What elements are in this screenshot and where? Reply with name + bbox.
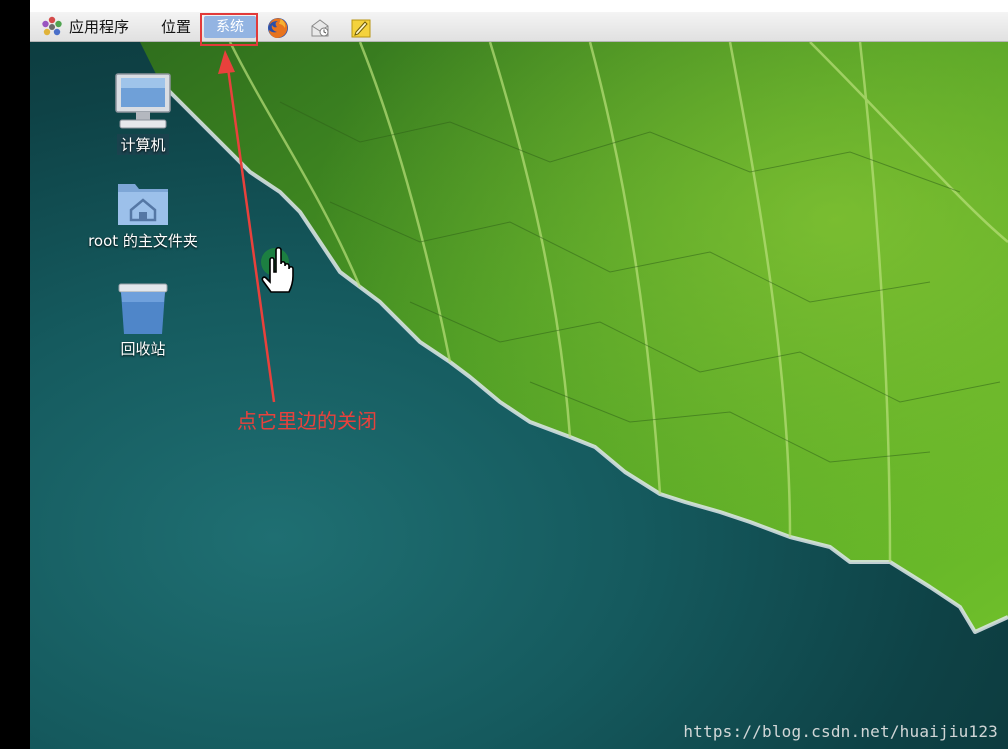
applications-menu[interactable]: 应用程序 bbox=[40, 16, 129, 38]
annotation-text: 点它里边的关闭 bbox=[237, 409, 377, 433]
home-folder-icon bbox=[118, 184, 168, 225]
home-folder-label: root 的主文件夹 bbox=[88, 232, 198, 250]
computer-icon bbox=[115, 73, 171, 129]
applications-menu-label: 应用程序 bbox=[69, 18, 130, 36]
top-panel: 应用程序 位置 系统 bbox=[30, 12, 1008, 42]
trash-label: 回收站 bbox=[120, 340, 166, 358]
mail-icon[interactable] bbox=[309, 17, 331, 39]
trash-desktop-icon[interactable]: 回收站 bbox=[81, 282, 205, 359]
applications-icon bbox=[42, 16, 62, 36]
computer-label: 计算机 bbox=[117, 134, 169, 155]
notes-icon[interactable] bbox=[350, 17, 372, 39]
places-menu[interactable]: 位置 bbox=[161, 16, 191, 38]
home-folder-desktop-icon[interactable]: root 的主文件夹 bbox=[81, 178, 205, 251]
computer-desktop-icon[interactable]: 计算机 bbox=[81, 70, 205, 155]
hand-cursor-icon bbox=[261, 246, 294, 293]
system-menu-highlight bbox=[200, 13, 258, 46]
window-top-edge bbox=[30, 0, 1008, 12]
watermark: https://blog.csdn.net/huaijiu123 bbox=[683, 722, 998, 741]
trash-icon bbox=[118, 283, 168, 334]
screen-border bbox=[0, 0, 30, 749]
firefox-icon[interactable] bbox=[267, 17, 289, 39]
